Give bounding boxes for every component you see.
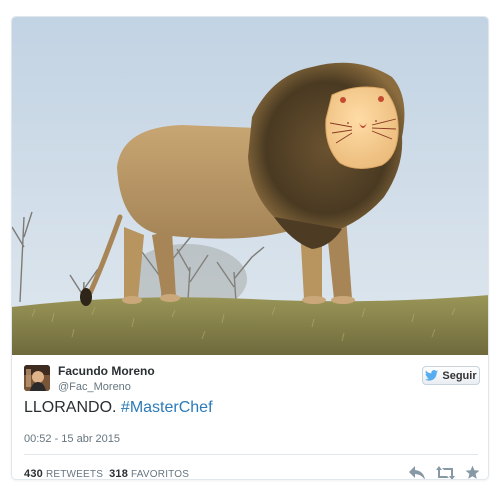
favorites-count: 318 xyxy=(109,468,129,480)
tweet-actions xyxy=(409,465,480,480)
follow-label: Seguir xyxy=(442,369,477,382)
tweet-stats: 430 RETWEETS 318 FAVORITOS xyxy=(24,468,190,480)
tweet-photo[interactable] xyxy=(12,17,489,355)
favorites-stat[interactable]: 318 FAVORITOS xyxy=(109,468,190,480)
retweet-icon[interactable] xyxy=(436,465,455,480)
avatar-image xyxy=(24,365,50,391)
tweet-text-plain: LLORANDO. xyxy=(24,399,117,416)
tweet-text: LLORANDO. #MasterChef xyxy=(24,399,213,417)
retweets-label: RETWEETS xyxy=(45,469,104,480)
follow-button[interactable]: Seguir xyxy=(422,366,480,385)
hashtag-link[interactable]: #MasterChef xyxy=(121,399,213,416)
favorites-label: FAVORITOS xyxy=(131,469,190,480)
divider xyxy=(24,454,478,455)
twitter-bird-icon xyxy=(425,370,439,381)
reply-icon[interactable] xyxy=(409,465,426,480)
author-handle[interactable]: @Fac_Moreno xyxy=(58,381,131,393)
author-name[interactable]: Facundo Moreno xyxy=(58,364,155,378)
tweet-card: Facundo Moreno @Fac_Moreno Seguir LLORAN… xyxy=(11,16,489,480)
avatar[interactable] xyxy=(24,365,50,391)
tweet-timestamp[interactable]: 00:52 - 15 abr 2015 xyxy=(24,433,120,445)
star-icon[interactable] xyxy=(465,465,480,480)
retweets-stat[interactable]: 430 RETWEETS xyxy=(24,468,104,480)
retweets-count: 430 xyxy=(24,468,43,480)
